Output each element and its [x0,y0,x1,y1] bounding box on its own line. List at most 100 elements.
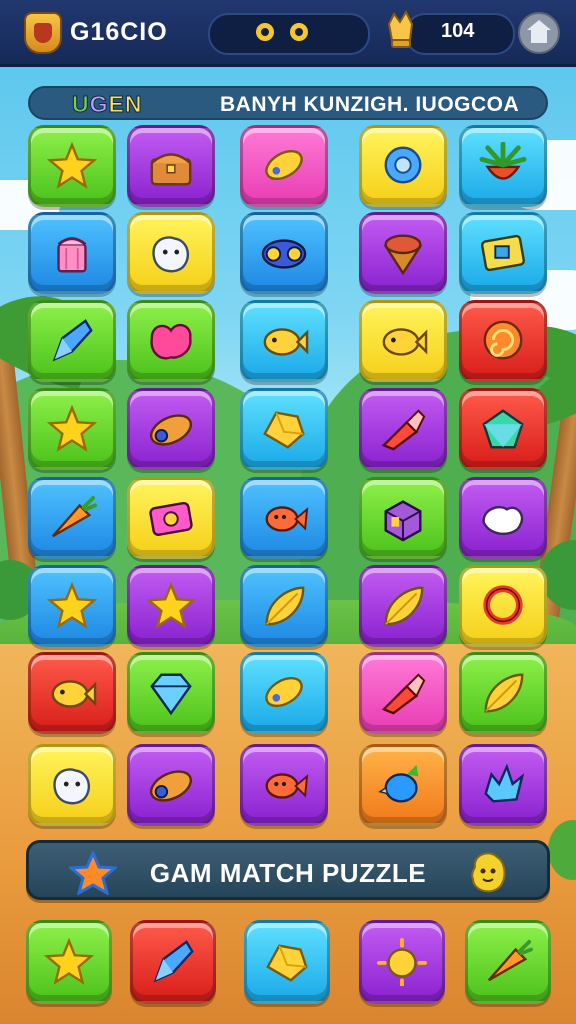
carrot-icon [487,939,533,982]
tile-bird[interactable] [359,744,447,826]
subtitle-right: BANYH KUNZIGH. IUOGCOA [220,93,520,116]
tile-robot[interactable] [240,212,328,294]
tile-cone[interactable] [359,212,447,294]
fruit-icon [479,142,527,180]
rocket-icon [381,409,426,451]
tile-fish[interactable] [240,300,328,382]
blob-icon [471,852,506,893]
tile-cube[interactable] [359,477,447,559]
carrot-icon [51,495,97,538]
tile-candy-fish[interactable] [240,477,328,559]
blob-icon [152,236,190,273]
crystal-icon [52,319,93,362]
home-icon [527,19,551,43]
gem-icon [482,409,524,449]
heart-blob-icon [150,323,192,360]
tile-sun[interactable] [359,920,445,1004]
tile-star[interactable] [127,565,215,647]
tile-heart-blob[interactable] [127,300,215,382]
splash-icon [484,763,525,803]
tile-crystal[interactable] [130,920,216,1004]
capsule-icon [149,414,193,446]
fish-icon [382,328,428,356]
crystal-icon [153,940,194,983]
tile-rocket[interactable] [359,652,447,734]
leaf-icon [265,586,305,626]
tile-camera[interactable] [127,477,215,559]
capsule-icon [149,770,193,802]
tile-nugget[interactable] [244,920,330,1004]
bird-icon [378,764,419,803]
chest-icon [150,153,192,186]
ring-icon [290,23,308,41]
tile-splash[interactable] [459,744,547,826]
star-icon [46,582,98,629]
star-icon [43,938,95,985]
tile-rocket[interactable] [359,388,447,470]
tile-blob[interactable] [28,744,116,826]
tile-creature[interactable] [459,477,547,559]
leaf-icon [384,586,424,626]
tile-leaf[interactable] [240,565,328,647]
subtitle-letter: U [72,91,90,118]
tile-crystal[interactable] [28,300,116,382]
candy-icon [265,676,303,708]
tile-leaf[interactable] [459,652,547,734]
diamond-icon [150,673,192,716]
candy-fish-icon [265,506,309,532]
player-name: G16CIO [70,18,168,46]
blob-icon [53,768,91,805]
tile-candy[interactable] [240,652,328,734]
tile-candy-fish[interactable] [240,744,328,826]
tile-fruit[interactable] [459,125,547,207]
cube-icon [384,500,422,542]
star-icon [46,142,98,189]
sun-icon [377,938,427,986]
tile-nugget[interactable] [240,388,328,470]
trophy-icon [387,10,414,48]
tile-capsule[interactable] [127,744,215,826]
tile-carrot[interactable] [465,920,551,1004]
tile-star[interactable] [28,388,116,470]
rings-pill [208,13,370,55]
tile-fish[interactable] [28,652,116,734]
home-button[interactable] [518,12,560,54]
tile-carrot[interactable] [28,477,116,559]
star-icon [145,582,197,629]
tile-leaf[interactable] [359,565,447,647]
tile-basket[interactable] [28,212,116,294]
tile-blob[interactable] [127,212,215,294]
gear-icon [384,146,422,184]
game-title-bar: GAM MATCH PUZZLE [26,840,550,900]
tile-candy[interactable] [240,125,328,207]
box-icon [480,234,526,272]
camera-icon [149,501,193,536]
tile-gem[interactable] [459,388,547,470]
tile-star[interactable] [28,565,116,647]
score-value: 104 [441,20,475,42]
candy-icon [265,149,303,181]
tile-star[interactable] [28,125,116,207]
cone-icon [383,234,423,276]
ring-icon [256,23,274,41]
tile-chest[interactable] [127,125,215,207]
tile-capsule[interactable] [127,388,215,470]
subtitle-banner: UGEN BANYH KUNZIGH. IUOGCOA [28,86,548,120]
tile-gear[interactable] [359,125,447,207]
basket-icon [57,237,87,273]
star-icon [46,405,98,452]
ring-icon [483,585,523,625]
shield-icon[interactable] [24,12,62,54]
tile-swirl[interactable] [459,300,547,382]
tile-ring[interactable] [459,565,547,647]
fish-icon [51,680,97,708]
tile-diamond[interactable] [127,652,215,734]
nugget-icon [263,411,305,449]
fish-icon [263,328,309,356]
top-bar: G16CIO 104 [0,0,576,67]
creature-icon [482,505,524,536]
rocket-icon [381,673,426,715]
tile-star[interactable] [26,920,112,1004]
tile-fish[interactable] [359,300,447,382]
tile-box[interactable] [459,212,547,294]
